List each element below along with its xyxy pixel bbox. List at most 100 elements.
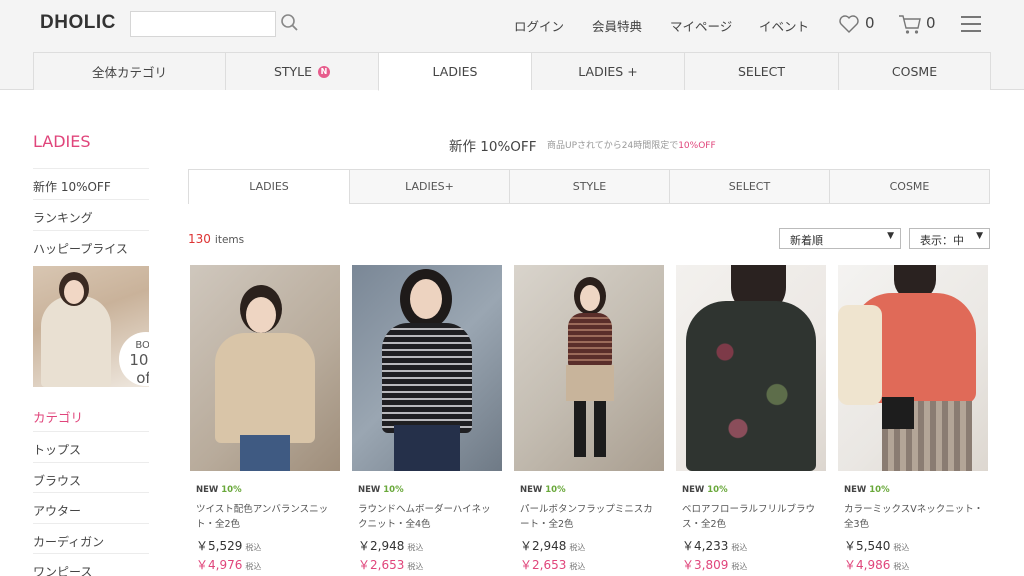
tax-label: 税込 — [893, 562, 910, 571]
mypage-link[interactable]: マイページ — [670, 16, 759, 35]
tax-label: 税込 — [245, 543, 262, 552]
product-image[interactable] — [352, 265, 502, 471]
tab-all-categories[interactable]: 全体カテゴリ — [33, 52, 225, 90]
subtab-style[interactable]: STYLE — [509, 170, 669, 203]
product-price: ￥4,233 税込 — [682, 537, 826, 554]
discount-label: 10% — [869, 485, 890, 495]
event-link[interactable]: イベント — [759, 16, 829, 35]
tax-label: 税込 — [569, 562, 586, 571]
price-value: ￥5,529 — [196, 539, 243, 553]
tax-label: 税込 — [407, 543, 424, 552]
product-name[interactable]: パールボタンフラップミニスカート・全2色 — [520, 502, 660, 532]
discount-badge: BOA 10% off — [119, 332, 149, 387]
dropdown-arrow-icon: ▼ — [887, 231, 894, 241]
sale-value: ￥3,809 — [682, 558, 729, 572]
subtab-select[interactable]: SELECT — [669, 170, 829, 203]
new-tag: NEW 10% — [682, 485, 826, 495]
product-sale-price: ￥3,809 税込 — [682, 556, 826, 573]
sale-value: ￥2,653 — [358, 558, 405, 572]
sale-value: ￥4,976 — [196, 558, 243, 572]
product-name[interactable]: カラーミックスVネックニット・全3色 — [844, 502, 984, 532]
item-count: 130 items — [188, 232, 244, 246]
site-logo[interactable]: DHOLIC — [40, 12, 116, 34]
tax-label: 税込 — [407, 562, 424, 571]
banner-model-face — [64, 280, 84, 304]
product-card[interactable]: NEW 10% ツイスト配色アンバランスニット・全2色 ￥5,529 税込 ￥4,… — [190, 265, 340, 573]
product-name[interactable]: ベロアフローラルフリルブラウス・全2色 — [682, 502, 822, 532]
tax-label: 税込 — [731, 543, 748, 552]
product-image[interactable] — [838, 265, 988, 471]
tab-style[interactable]: STYLE N — [225, 52, 378, 90]
tax-label: 税込 — [731, 562, 748, 571]
tab-label: STYLE — [273, 64, 313, 79]
search-input[interactable] — [130, 11, 276, 37]
product-price: ￥5,529 税込 — [196, 537, 340, 554]
promo-subtitle: 商品UPされてから24時間限定で10%OFF — [547, 138, 716, 151]
product-card[interactable]: NEW 10% ラウンドヘムボーダーハイネックニット・全4色 ￥2,948 税込 … — [352, 265, 502, 573]
sidebar-item-happy-price[interactable]: ハッピープライス — [33, 230, 149, 261]
cart-icon[interactable] — [898, 13, 922, 35]
product-sale-price: ￥2,653 税込 — [520, 556, 664, 573]
boa-sale-banner[interactable]: BOA 10% off — [33, 266, 149, 387]
tax-label: 税込 — [893, 543, 910, 552]
product-card[interactable]: NEW 10% ベロアフローラルフリルブラウス・全2色 ￥4,233 税込 ￥3,… — [676, 265, 826, 573]
heart-icon[interactable] — [838, 14, 860, 34]
tab-label: 全体カテゴリ — [91, 65, 167, 80]
hamburger-menu-icon[interactable] — [961, 16, 981, 32]
badge-line1: BOA — [135, 340, 149, 351]
tab-ladies-plus[interactable]: LADIES + — [531, 52, 684, 90]
item-count-unit: items — [214, 234, 245, 246]
category-blouse[interactable]: ブラウス — [33, 461, 149, 493]
category-tops[interactable]: トップス — [33, 431, 149, 462]
sort-select[interactable]: 新着順 ▼ — [779, 228, 901, 249]
new-label: NEW — [682, 485, 705, 495]
sidebar-title: LADIES — [33, 132, 91, 151]
banner-model-image — [41, 296, 111, 387]
product-card[interactable]: NEW 10% カラーミックスVネックニット・全3色 ￥5,540 税込 ￥4,9… — [838, 265, 988, 573]
discount-label: 10% — [707, 485, 728, 495]
new-label: NEW — [196, 485, 219, 495]
sidebar-menu: 新作 10%OFF ランキング ハッピープライス — [33, 168, 149, 261]
new-badge: N — [318, 65, 331, 78]
product-price: ￥5,540 税込 — [844, 537, 988, 554]
product-price: ￥2,948 税込 — [358, 537, 502, 554]
discount-label: 10% — [221, 485, 242, 495]
product-image[interactable] — [190, 265, 340, 471]
tab-cosme[interactable]: COSME — [838, 52, 991, 90]
item-count-number: 130 — [188, 232, 211, 246]
new-tag: NEW 10% — [520, 485, 664, 495]
sale-value: ￥2,653 — [520, 558, 567, 572]
category-onepiece[interactable]: ワンピース — [33, 553, 149, 576]
product-sale-price: ￥4,976 税込 — [196, 556, 340, 573]
search-icon[interactable] — [280, 13, 300, 33]
tax-label: 税込 — [569, 543, 586, 552]
discount-label: 10% — [383, 485, 404, 495]
tab-label: LADIES — [432, 64, 478, 79]
product-card[interactable]: NEW 10% パールボタンフラップミニスカート・全2色 ￥2,948 税込 ￥2… — [514, 265, 664, 573]
subtab-cosme[interactable]: COSME — [829, 170, 989, 203]
sidebar-item-new[interactable]: 新作 10%OFF — [33, 168, 149, 199]
tax-label: 税込 — [245, 562, 262, 571]
product-name[interactable]: ラウンドヘムボーダーハイネックニット・全4色 — [358, 502, 498, 532]
main-category-tabs: 全体カテゴリ STYLE N LADIES LADIES + SELECT COS… — [0, 52, 1024, 91]
new-label: NEW — [520, 485, 543, 495]
price-value: ￥2,948 — [358, 539, 405, 553]
product-name[interactable]: ツイスト配色アンバランスニット・全2色 — [196, 502, 336, 532]
login-link[interactable]: ログイン — [514, 16, 592, 35]
category-cardigan[interactable]: カーディガン — [33, 522, 149, 554]
member-benefits-link[interactable]: 会員特典 — [592, 16, 670, 35]
tab-select[interactable]: SELECT — [684, 52, 838, 90]
view-size-select[interactable]: 表示：中 ▼ — [909, 228, 990, 249]
tab-ladies[interactable]: LADIES — [378, 52, 531, 91]
subtab-ladies[interactable]: LADIES — [189, 170, 349, 204]
badge-line2: 10% off — [129, 351, 149, 387]
product-image[interactable] — [676, 265, 826, 471]
promo-sub-highlight: 10%OFF — [678, 141, 716, 151]
promo-title: 新作 10%OFF — [449, 139, 537, 155]
sidebar-item-ranking[interactable]: ランキング — [33, 199, 149, 230]
category-outer[interactable]: アウター — [33, 492, 149, 523]
subtab-ladies-plus[interactable]: LADIES+ — [349, 170, 509, 203]
product-image[interactable] — [514, 265, 664, 471]
price-value: ￥4,233 — [682, 539, 729, 553]
new-label: NEW — [844, 485, 867, 495]
